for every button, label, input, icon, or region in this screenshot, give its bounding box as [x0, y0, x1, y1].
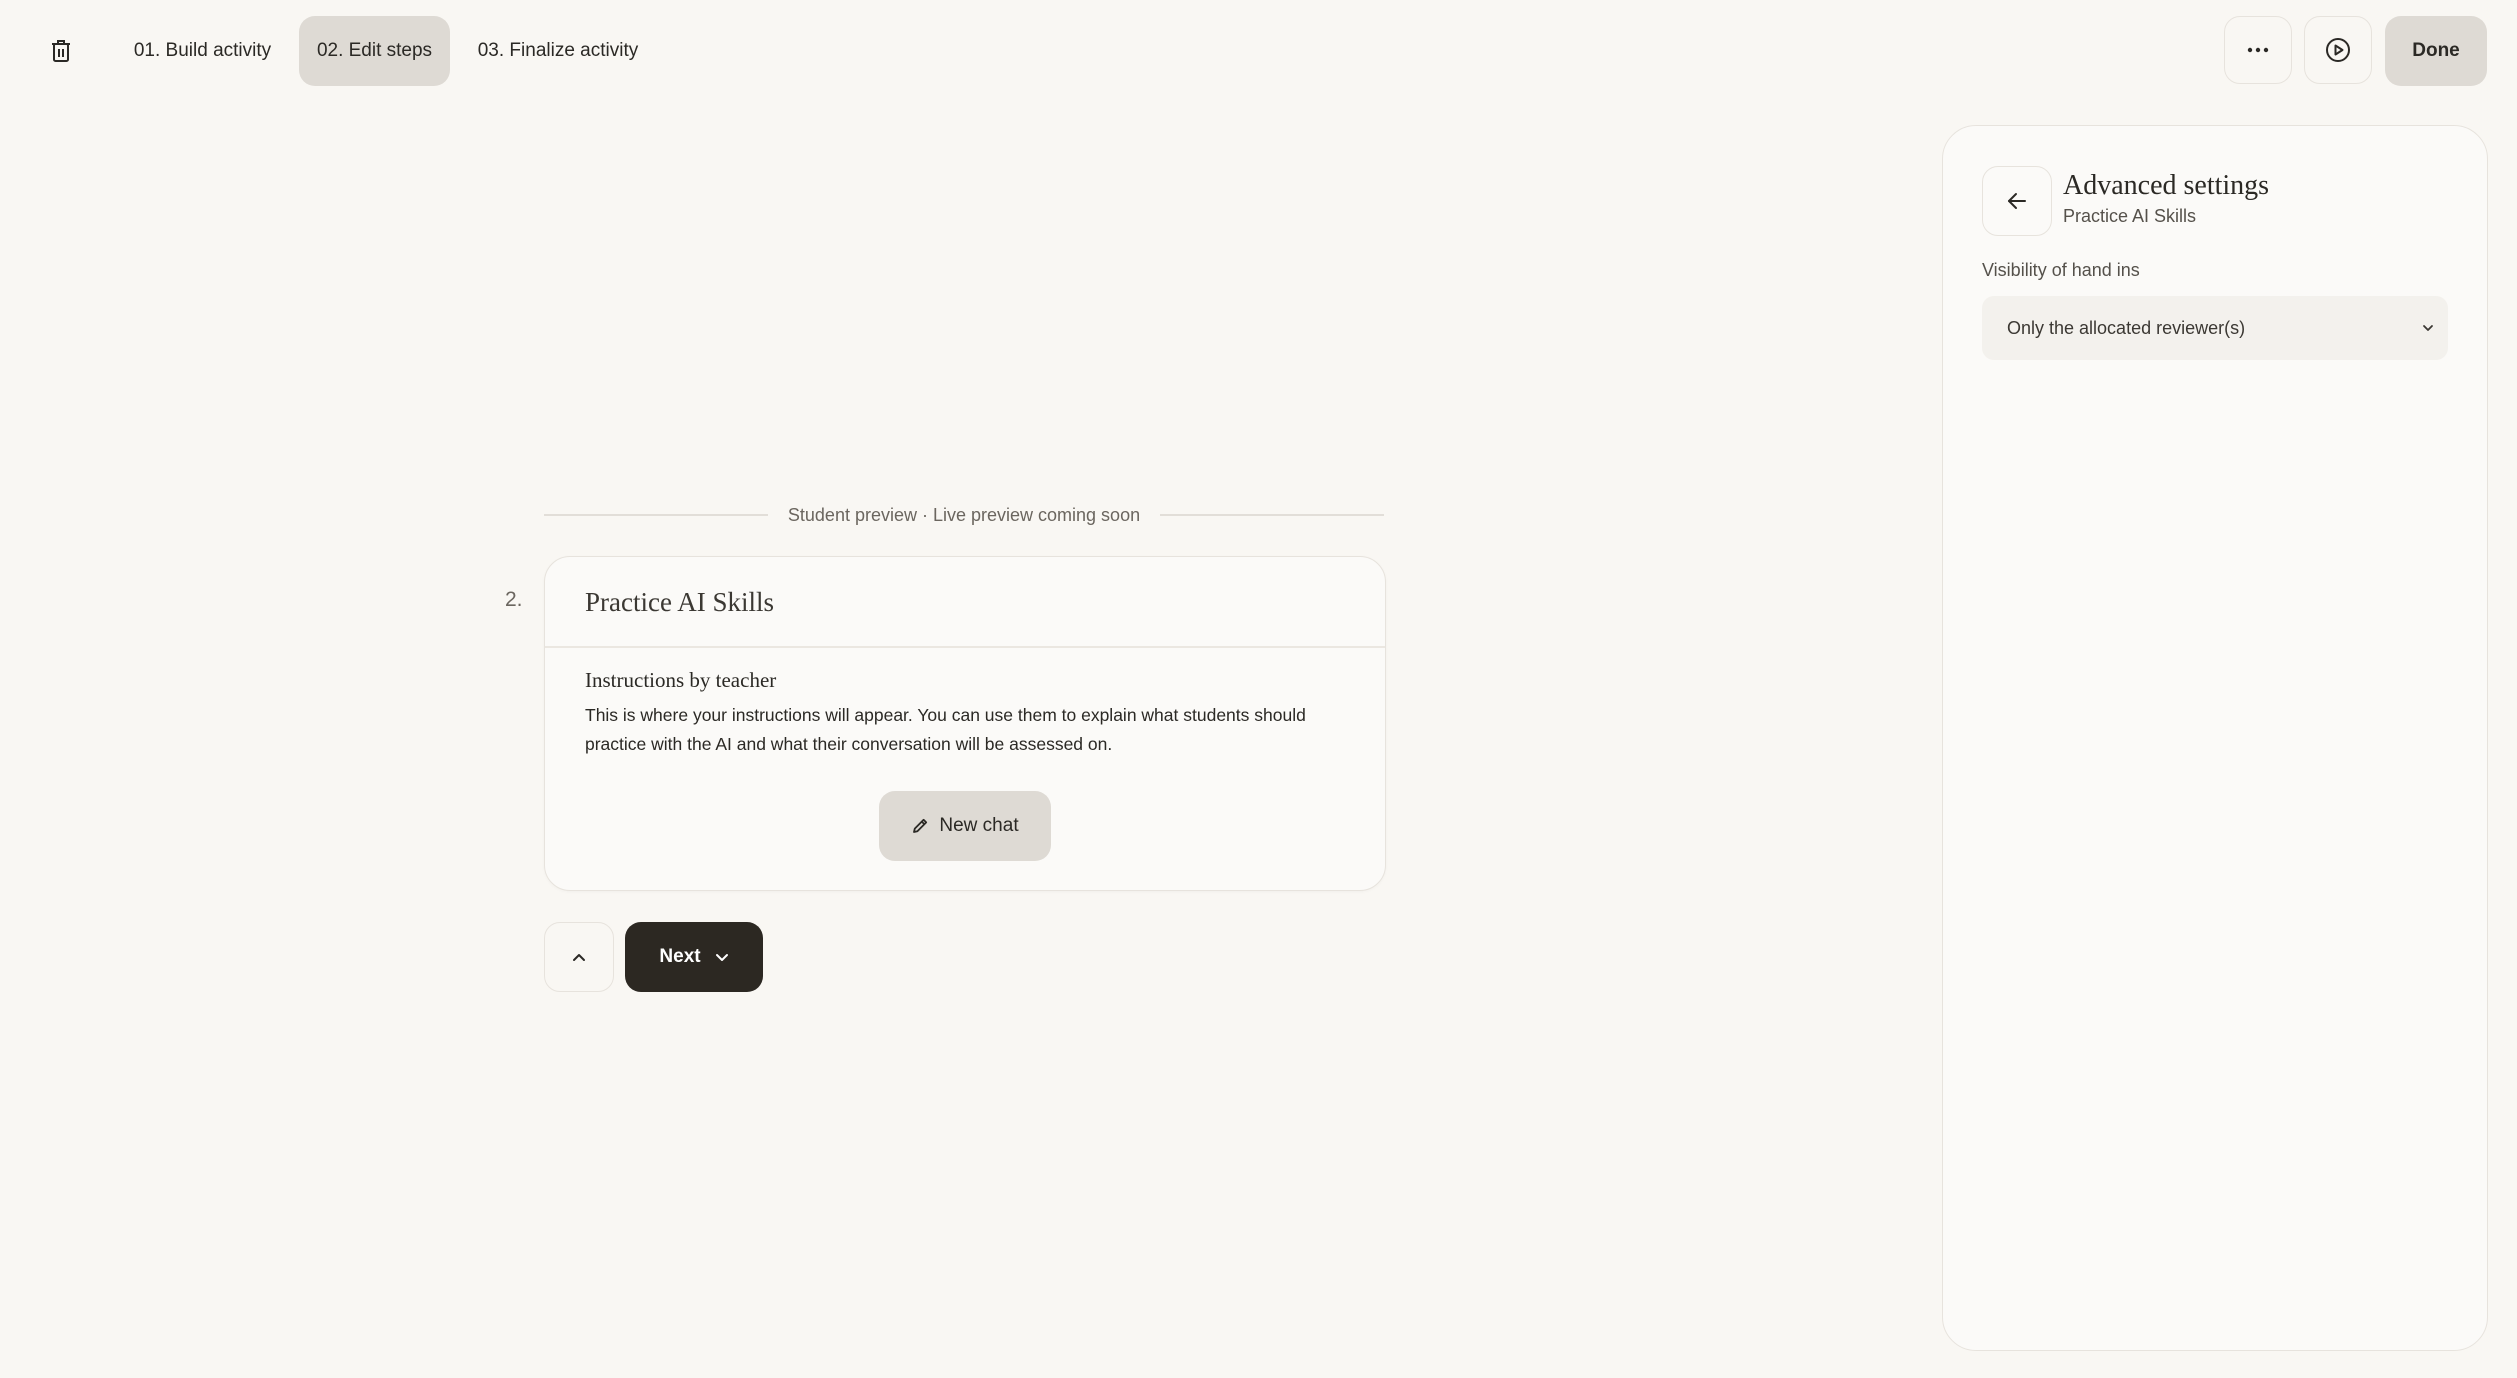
visibility-value: Only the allocated reviewer(s)	[2007, 317, 2246, 338]
instructions-heading: Instructions by teacher	[585, 668, 777, 692]
new-chat-label: New chat	[939, 815, 1019, 836]
trash-icon[interactable]	[44, 34, 78, 68]
advanced-settings-panel: Advanced settings Practice AI Skills Vis…	[1942, 125, 2488, 1351]
next-button[interactable]: Next	[625, 922, 763, 992]
new-chat-button[interactable]: New chat	[879, 791, 1051, 861]
preview-label: Student preview · Live preview coming so…	[787, 504, 1141, 525]
top-bar: 01. Build activity 02. Edit steps 03. Fi…	[0, 0, 2517, 100]
preview-play-button[interactable]	[2304, 16, 2372, 84]
arrow-left-icon	[2008, 193, 2026, 209]
panel-subtitle: Practice AI Skills	[2063, 206, 2197, 226]
preview-label-row: Student preview · Live preview coming so…	[544, 500, 1384, 530]
chevron-down-icon	[715, 953, 728, 961]
play-circle-icon	[2326, 38, 2350, 62]
pencil-icon	[913, 818, 928, 833]
chevron-up-icon	[573, 953, 585, 961]
step-number: 2.	[505, 588, 523, 611]
more-horizontal-icon	[2247, 47, 2269, 53]
done-button[interactable]: Done	[2385, 16, 2487, 86]
divider	[1160, 514, 1384, 516]
divider	[544, 514, 768, 516]
tab-edit-steps[interactable]: 02. Edit steps	[299, 16, 450, 86]
divider	[545, 646, 1385, 648]
panel-title: Advanced settings	[2063, 170, 2270, 201]
back-button[interactable]	[1982, 166, 2052, 236]
visibility-label: Visibility of hand ins	[1982, 260, 2140, 280]
next-label: Next	[659, 946, 701, 967]
previous-step-button[interactable]	[544, 922, 614, 992]
visibility-select[interactable]: Only the allocated reviewer(s)	[1982, 296, 2448, 360]
more-options-button[interactable]	[2224, 16, 2292, 84]
tab-finalize-activity[interactable]: 03. Finalize activity	[462, 16, 654, 86]
chevron-down-icon	[2423, 325, 2433, 331]
step-title: Practice AI Skills	[585, 587, 774, 617]
tab-build-activity[interactable]: 01. Build activity	[120, 16, 285, 86]
instructions-text: This is where your instructions will app…	[585, 705, 1306, 754]
step-card: Practice AI Skills Instructions by teach…	[544, 556, 1386, 891]
